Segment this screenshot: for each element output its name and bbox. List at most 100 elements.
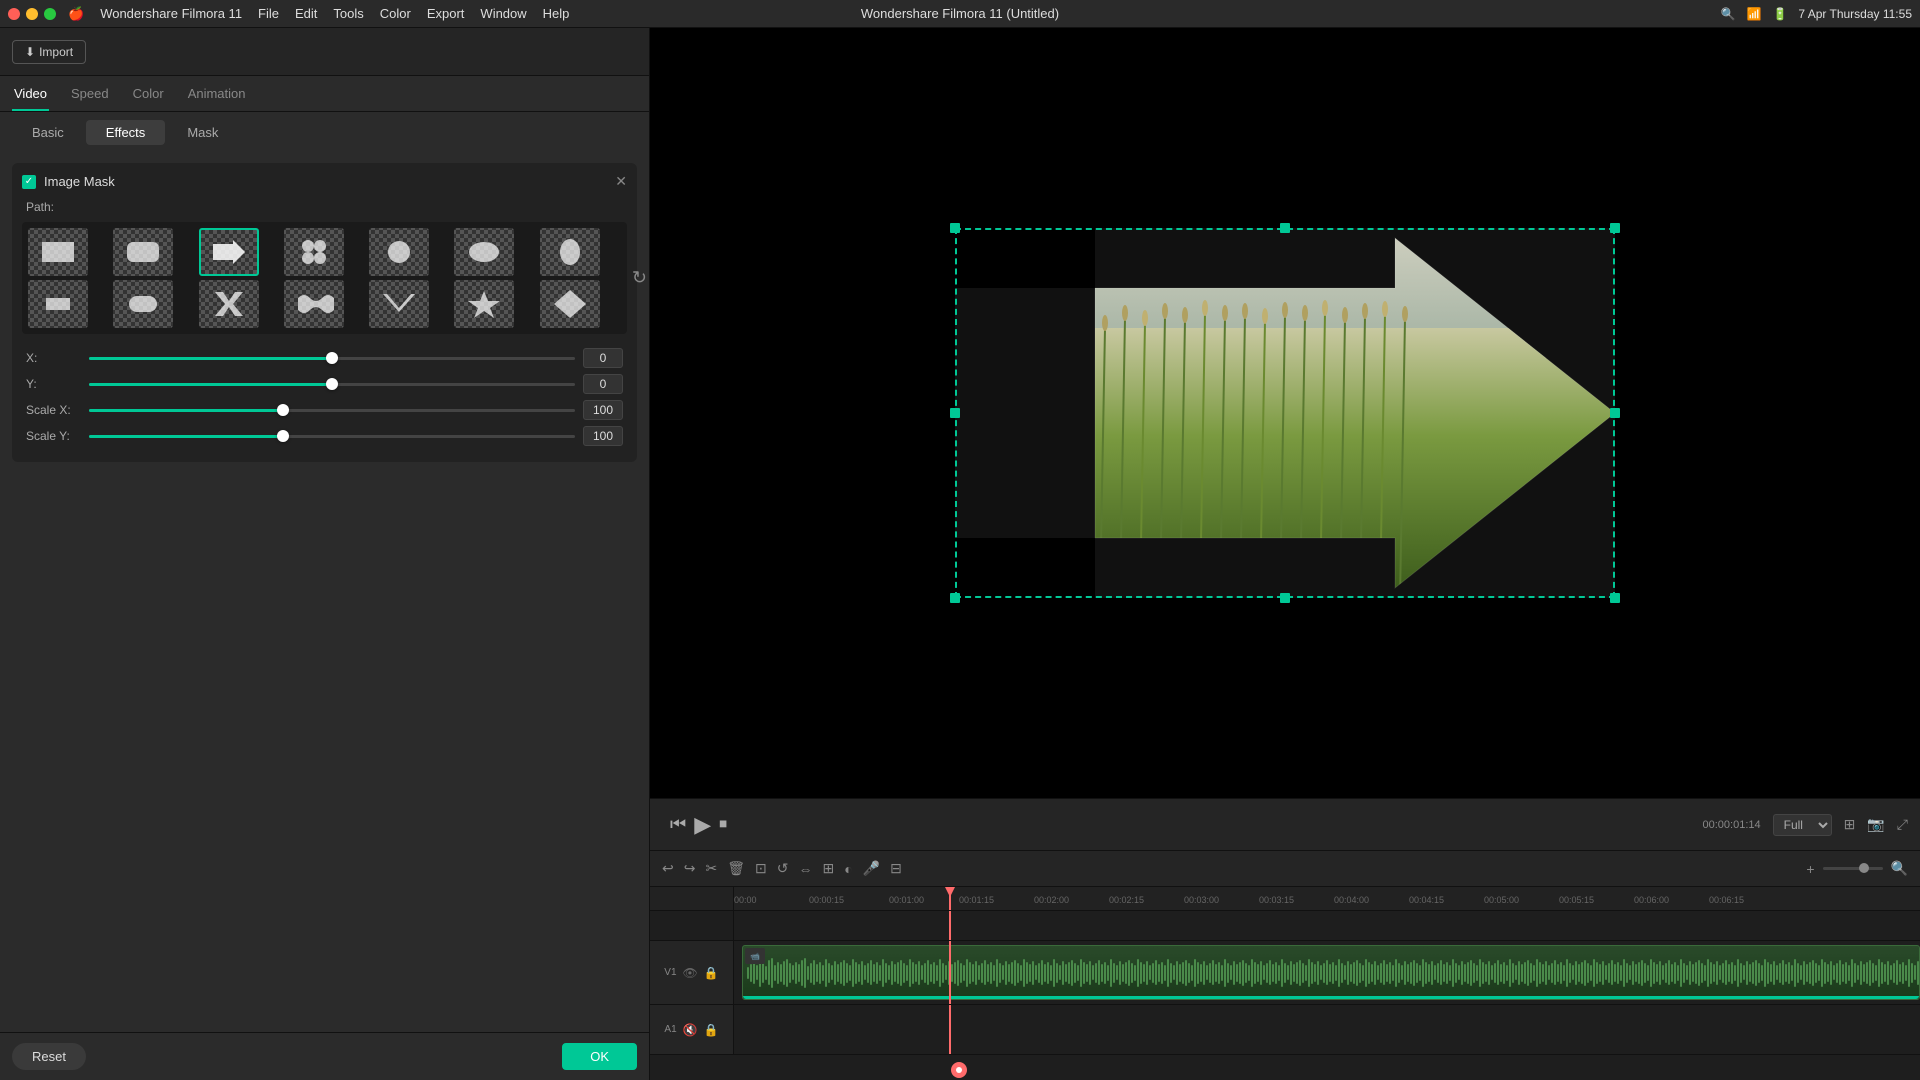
handle-top-mid[interactable]: [1280, 223, 1290, 233]
step-back-btn[interactable]: ⏮: [670, 814, 686, 835]
app-name-menu[interactable]: Wondershare Filmora 11: [100, 6, 242, 21]
scale-x-slider[interactable]: [89, 409, 575, 412]
refresh-btn[interactable]: ↻: [632, 268, 647, 288]
minimize-window-btn[interactable]: [26, 8, 38, 20]
fit-view-btn[interactable]: ⊞: [1844, 816, 1856, 833]
track-eye-icon[interactable]: 👁: [683, 966, 698, 980]
zoom-in-timeline-btn[interactable]: +: [1806, 861, 1814, 877]
file-menu[interactable]: File: [258, 6, 279, 21]
shape-cell-clover[interactable]: [284, 228, 344, 276]
tab-animation[interactable]: Animation: [186, 82, 248, 111]
shape-cell-rectangle[interactable]: [28, 228, 88, 276]
close-window-btn[interactable]: [8, 8, 20, 20]
redo-btn[interactable]: ↪: [684, 860, 696, 877]
handle-bottom-left[interactable]: [950, 593, 960, 603]
handle-bottom-mid[interactable]: [1280, 593, 1290, 603]
maximize-window-btn[interactable]: [44, 8, 56, 20]
audio-mute-icon[interactable]: 🔇: [683, 1023, 698, 1037]
export-menu[interactable]: Export: [427, 6, 465, 21]
handle-left-mid[interactable]: [950, 408, 960, 418]
stop-btn[interactable]: ⏹: [719, 816, 727, 834]
handle-bottom-right[interactable]: [1610, 593, 1620, 603]
zoom-select[interactable]: Full 75% 50% 25%: [1773, 814, 1832, 836]
shape-cell-oval[interactable]: [540, 228, 600, 276]
window-title: Wondershare Filmora 11 (Untitled): [861, 6, 1059, 21]
y-label: Y:: [26, 377, 81, 391]
shape-cell-rounded-rect[interactable]: [113, 228, 173, 276]
preview-canvas: [650, 28, 1920, 798]
track-lock-icon[interactable]: 🔒: [704, 966, 719, 980]
preview-area: ⏮ ▶ ⏹ 00:00:01:14 Full 75% 50% 25% ⊞ 📷: [650, 28, 1920, 1080]
color-menu[interactable]: Color: [380, 6, 411, 21]
wifi-icon: 📶: [1746, 6, 1762, 22]
y-slider[interactable]: [89, 383, 575, 386]
subtab-mask[interactable]: Mask: [167, 120, 238, 145]
x-value[interactable]: [583, 348, 623, 368]
rotate-btn[interactable]: ↺: [777, 860, 789, 877]
shape-cell-arrow-right[interactable]: [199, 228, 259, 276]
subtab-effects[interactable]: Effects: [86, 120, 166, 145]
delete-btn[interactable]: 🗑: [727, 860, 745, 877]
playhead-track: [949, 911, 951, 940]
tab-speed[interactable]: Speed: [69, 82, 111, 111]
shape-cell-x-shape[interactable]: [199, 280, 259, 328]
shape-cell-diamond[interactable]: [540, 280, 600, 328]
ruler-mark-10: 00:05:00: [1484, 895, 1519, 905]
ruler-mark-5: 00:02:15: [1109, 895, 1144, 905]
traffic-lights: [8, 8, 56, 20]
ok-button[interactable]: OK: [562, 1043, 637, 1070]
scale-y-value[interactable]: [583, 426, 623, 446]
split-btn[interactable]: ⊟: [890, 860, 902, 877]
zoom-out-timeline-btn[interactable]: 🔍: [1891, 860, 1908, 877]
tools-menu[interactable]: Tools: [333, 6, 363, 21]
snapshot-btn[interactable]: 📷: [1867, 816, 1884, 833]
shape-cell-circle[interactable]: [369, 228, 429, 276]
x-slider[interactable]: [89, 357, 575, 360]
subtab-basic[interactable]: Basic: [12, 120, 84, 145]
video-clip[interactable]: 📹 // Generate waveform bars const height…: [742, 945, 1920, 1000]
tab-bar: Video Speed Color Animation: [0, 76, 649, 112]
color-btn[interactable]: ◐: [844, 861, 852, 877]
panel-footer: Reset OK: [0, 1032, 649, 1080]
zoom-slider-timeline[interactable]: [1823, 867, 1883, 870]
help-menu[interactable]: Help: [543, 6, 570, 21]
cut-btn[interactable]: ✂: [705, 860, 717, 877]
shape-cell-rounded-sm[interactable]: [113, 280, 173, 328]
top-toolbar: ⬇ Import: [0, 28, 649, 76]
scale-x-value[interactable]: [583, 400, 623, 420]
reset-button[interactable]: Reset: [12, 1043, 86, 1070]
window-menu[interactable]: Window: [480, 6, 526, 21]
mask-close-btn[interactable]: ✕: [615, 173, 627, 190]
handle-right-mid[interactable]: [1610, 408, 1620, 418]
tab-color[interactable]: Color: [131, 82, 166, 111]
undo-btn[interactable]: ↩: [662, 860, 674, 877]
handle-top-right[interactable]: [1610, 223, 1620, 233]
ruler-mark-4: 00:02:00: [1034, 895, 1069, 905]
video-track-row: V1 👁 🔒 📹: [650, 941, 1920, 1005]
y-value[interactable]: [583, 374, 623, 394]
search-icon[interactable]: 🔍: [1720, 6, 1736, 22]
import-button[interactable]: ⬇ Import: [12, 40, 86, 64]
voiceover-btn[interactable]: 🎤: [863, 860, 880, 877]
crop-btn[interactable]: ⊡: [755, 860, 767, 877]
mask-title: Image Mask: [44, 174, 115, 189]
edit-menu[interactable]: Edit: [295, 6, 317, 21]
import-icon: ⬇: [25, 45, 35, 59]
tab-video[interactable]: Video: [12, 82, 49, 111]
playhead-bottom-dot[interactable]: [951, 1062, 967, 1078]
shape-cell-wave[interactable]: [284, 280, 344, 328]
shape-cell-ellipse[interactable]: [454, 228, 514, 276]
image-mask-checkbox[interactable]: ✓: [22, 175, 36, 189]
play-btn[interactable]: ▶: [694, 812, 711, 838]
fullscreen-btn[interactable]: ⤢: [1897, 816, 1908, 833]
subtab-bar: Basic Effects Mask: [0, 112, 649, 153]
shape-cell-rect-small[interactable]: [28, 280, 88, 328]
mirror-btn[interactable]: ⇔: [798, 861, 812, 877]
apple-menu[interactable]: 🍎: [68, 6, 84, 22]
handle-top-left[interactable]: [950, 223, 960, 233]
speed-btn[interactable]: ⊞: [822, 860, 834, 877]
shape-cell-v-shape[interactable]: [369, 280, 429, 328]
shape-cell-star[interactable]: [454, 280, 514, 328]
audio-lock-icon[interactable]: 🔒: [704, 1023, 719, 1037]
scale-y-slider[interactable]: [89, 435, 575, 438]
